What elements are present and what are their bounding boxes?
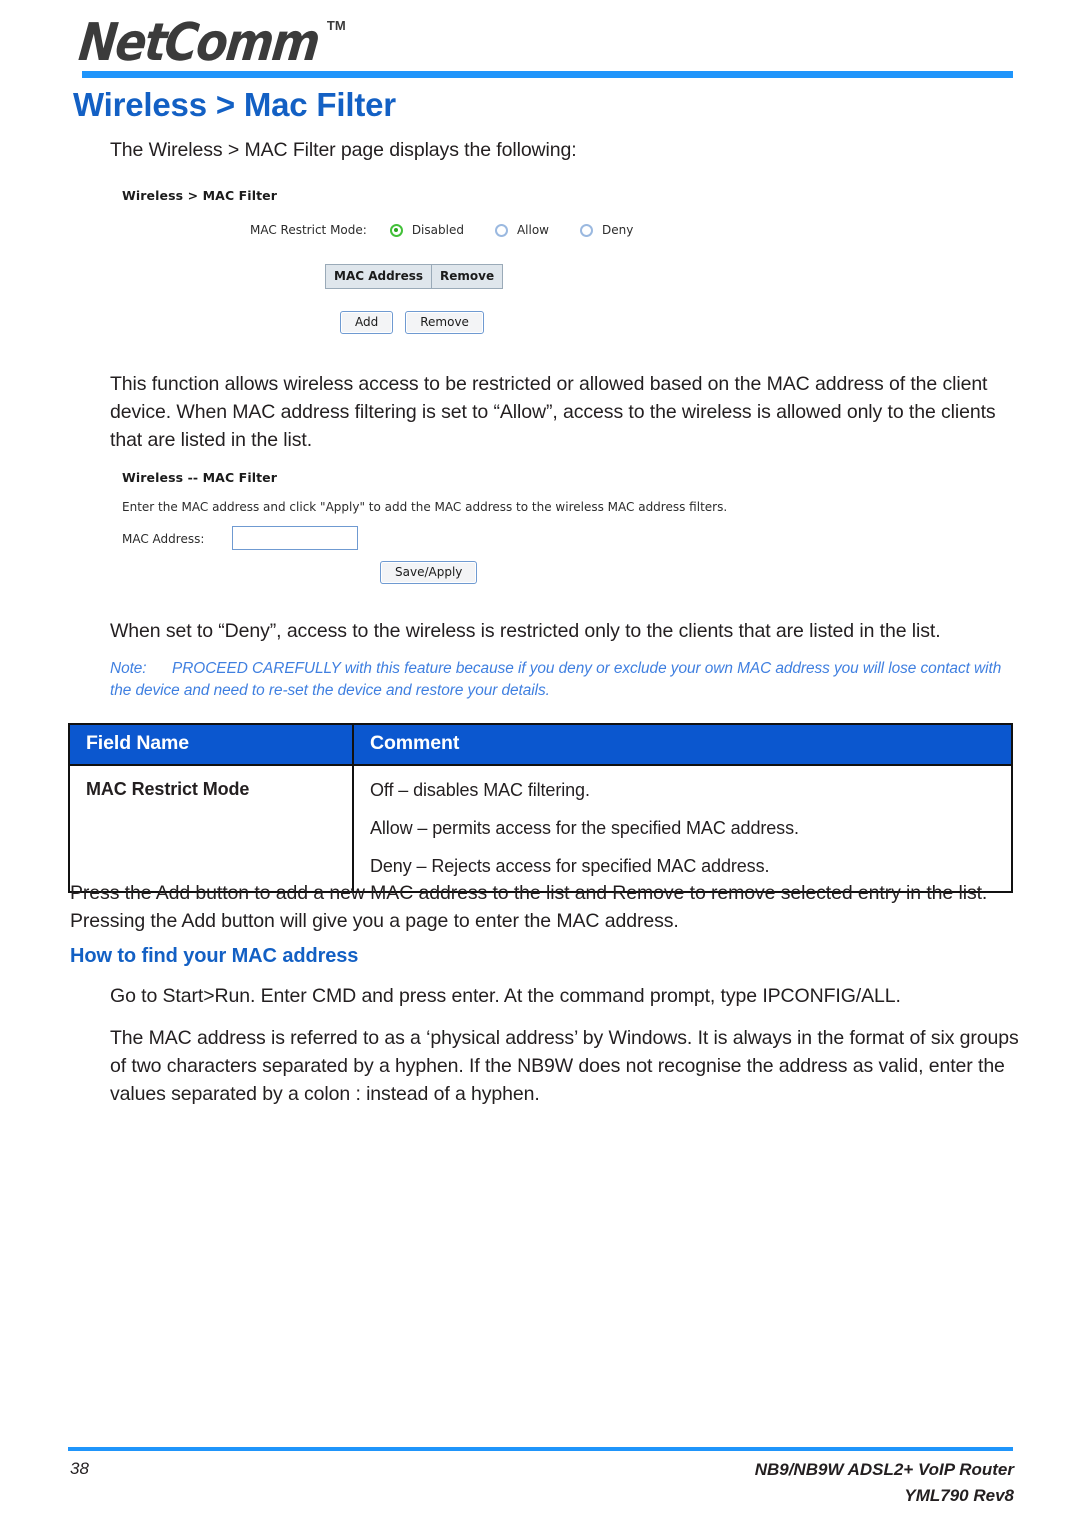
note-label: Note: (110, 660, 147, 677)
radio-option-allow-label: Allow (516, 223, 549, 237)
footer-doc-code: YML790 Rev8 (904, 1486, 1014, 1505)
mac-restrict-mode-label: MAC Restrict Mode: (250, 223, 367, 237)
radio-option-allow[interactable]: Allow (486, 223, 549, 237)
radio-option-deny-label: Deny (602, 223, 634, 237)
radio-option-deny[interactable]: Deny (571, 223, 633, 237)
screenshot-two-instruction: Enter the MAC address and click "Apply" … (122, 500, 728, 514)
footer-meta: NB9/NB9W ADSL2+ VoIP Router YML790 Rev8 (755, 1457, 1014, 1509)
body-paragraph-three: Press the Add button to add a new MAC ad… (70, 882, 988, 932)
mac-restrict-mode-row: MAC Restrict Mode: Disabled Allow Deny (250, 223, 655, 237)
radio-option-disabled[interactable]: Disabled (381, 223, 464, 237)
comment-line-deny: Deny – Rejects access for specified MAC … (370, 856, 770, 876)
mac-filter-button-row: Add Remove (340, 311, 484, 334)
page-header: NetComm TM (0, 0, 1080, 82)
header-divider-rule (82, 71, 1013, 78)
column-header-remove: Remove (431, 265, 502, 288)
subheading-how-to-find-mac: How to find your MAC address (70, 945, 359, 967)
table-header-field-name: Field Name (70, 725, 354, 765)
logo-wordmark: NetComm (76, 11, 322, 73)
remove-button[interactable]: Remove (405, 311, 484, 334)
screenshot-two-title: Wireless -- MAC Filter (122, 470, 278, 485)
comment-line-off: Off – disables MAC filtering. (370, 780, 590, 800)
body-paragraph-four: Go to Start>Run. Enter CMD and press ent… (110, 985, 901, 1007)
table-header-row: Field Name Comment (70, 725, 1011, 765)
router-ui-screenshot-mac-filter-entry: Wireless -- MAC Filter Enter the MAC add… (122, 470, 727, 585)
table-row: MAC Restrict Mode Off – disables MAC fil… (70, 764, 1011, 891)
page-title: Wireless > Mac Filter (73, 86, 396, 123)
note-text: PROCEED CAREFULLY with this feature beca… (110, 660, 1002, 699)
router-ui-screenshot-mac-filter-list: Wireless > MAC Filter MAC Restrict Mode:… (122, 186, 642, 336)
table-cell-comment: Off – disables MAC filtering. Allow – pe… (353, 764, 1011, 891)
mac-address-input[interactable] (232, 526, 358, 550)
mac-address-field-label: MAC Address: (122, 532, 205, 546)
add-button[interactable]: Add (340, 311, 394, 334)
comment-line-allow: Allow – permits access for the specified… (370, 818, 799, 838)
mac-address-list-table: MAC Address Remove (325, 264, 504, 289)
column-header-mac-address: MAC Address (334, 269, 424, 283)
table-header-comment: Comment (353, 725, 1011, 765)
save-apply-button[interactable]: Save/Apply (380, 561, 478, 584)
trademark-symbol: TM (326, 18, 346, 33)
radio-disabled-icon[interactable] (389, 223, 403, 237)
field-description-table: Field Name Comment MAC Restrict Mode Off… (68, 723, 1013, 893)
note-block: Note: PROCEED CAREFULLY with this feature… (110, 658, 1015, 702)
netcomm-logo: NetComm TM (76, 11, 346, 72)
radio-deny-icon[interactable] (580, 223, 593, 237)
document-page: NetComm TM Wireless > Mac Filter The Wir… (0, 0, 1080, 1532)
body-paragraph-five: The MAC address is referred to as a ‘phy… (110, 1027, 1019, 1105)
footer-divider-rule (68, 1447, 1013, 1451)
table-cell-field-name: MAC Restrict Mode (70, 764, 354, 891)
body-paragraph-two: When set to “Deny”, access to the wirele… (110, 620, 941, 642)
intro-paragraph: The Wireless > MAC Filter page displays … (110, 139, 577, 161)
radio-allow-icon[interactable] (494, 223, 508, 237)
footer-page-number: 38 (70, 1459, 89, 1478)
radio-option-disabled-label: Disabled (411, 223, 464, 237)
body-paragraph-one: This function allows wireless access to … (110, 373, 996, 451)
footer-product-name: NB9/NB9W ADSL2+ VoIP Router (754, 1460, 1014, 1479)
screenshot-one-title: Wireless > MAC Filter (122, 188, 277, 203)
